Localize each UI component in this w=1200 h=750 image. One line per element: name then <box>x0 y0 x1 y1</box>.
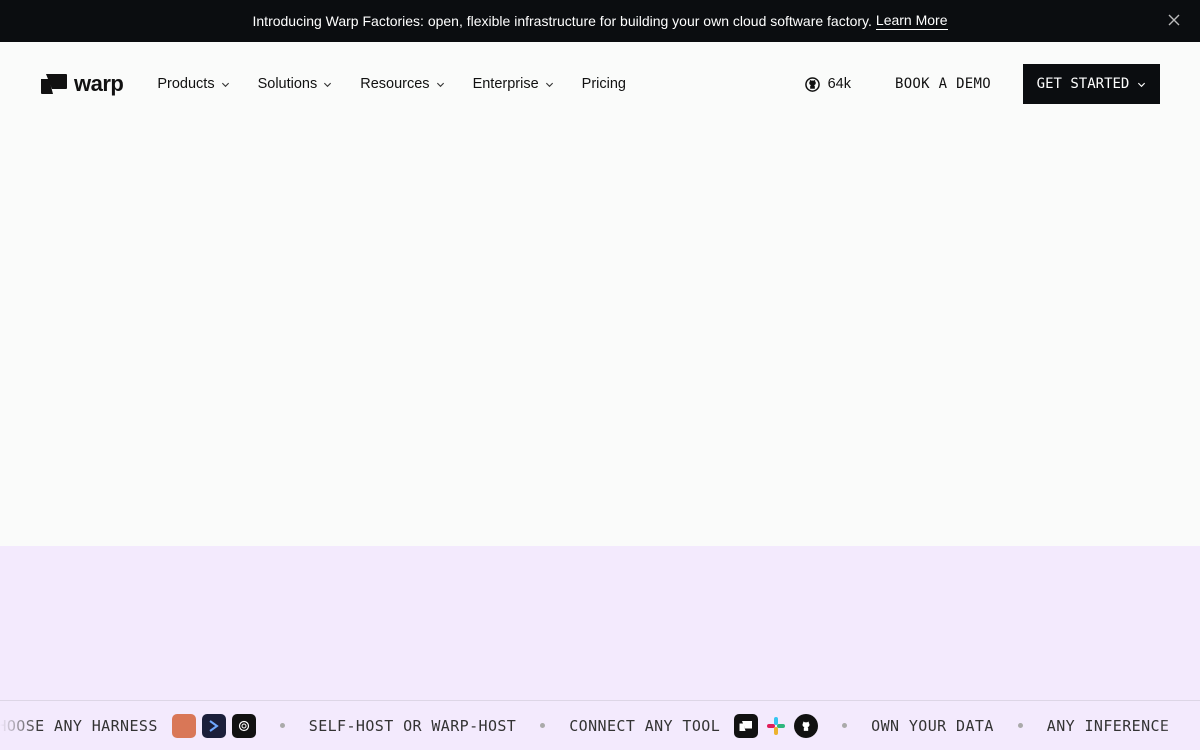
ticker-item-tool: CONNECT ANY TOOL <box>569 716 721 735</box>
chevron-down-icon <box>221 82 229 87</box>
ticker-separator <box>540 723 546 728</box>
book-demo-button[interactable]: BOOK A DEMO <box>895 76 991 92</box>
nav-enterprise[interactable]: Enterprise <box>473 76 554 92</box>
github-icon <box>794 713 819 738</box>
nav-enterprise-label: Enterprise <box>472 76 539 92</box>
ticker-fade-right <box>1160 701 1200 750</box>
github-stars-link[interactable]: 64k <box>804 76 851 92</box>
chevron-down-icon <box>545 82 553 87</box>
nav-pricing-label: Pricing <box>581 76 626 92</box>
ticker-fade-left <box>0 701 40 750</box>
warp-logo[interactable]: warp <box>40 71 124 97</box>
chevron-down-icon <box>1138 82 1146 87</box>
ticker-item-inference: ANY INFERENCE <box>1046 716 1170 735</box>
learn-more-link[interactable]: Learn More <box>875 12 948 30</box>
nav-products[interactable]: Products <box>157 76 229 92</box>
nav-solutions[interactable]: Solutions <box>258 76 333 92</box>
tool-icons <box>734 713 819 738</box>
ticker-item-host: SELF-HOST OR WARP-HOST <box>308 716 517 735</box>
nav-actions: 64k BOOK A DEMO GET STARTED <box>804 64 1160 104</box>
ticker-separator <box>1017 723 1023 728</box>
github-stars-count: 64k <box>827 76 851 92</box>
nav-solutions-label: Solutions <box>257 76 318 92</box>
ticker-separator <box>279 723 285 728</box>
close-icon[interactable] <box>1166 12 1182 28</box>
ticker-separator <box>842 723 848 728</box>
get-started-label: GET STARTED <box>1036 76 1130 92</box>
logo-text: warp <box>74 71 124 96</box>
slack-icon <box>764 714 788 738</box>
warp-app-icon <box>734 713 759 738</box>
banner-message: Introducing Warp Factories: open, flexib… <box>252 13 872 29</box>
harness-icons <box>171 713 256 738</box>
chevron-down-icon <box>436 82 444 87</box>
nav-products-label: Products <box>157 76 215 92</box>
ticker-track: CHOOSE ANY HARNESS SELF-HOST OR WARP-HOS… <box>0 713 1170 738</box>
announcement-banner: Introducing Warp Factories: open, flexib… <box>0 0 1200 42</box>
claude-icon <box>171 713 196 738</box>
github-icon <box>804 76 820 92</box>
feature-ticker: CHOOSE ANY HARNESS SELF-HOST OR WARP-HOS… <box>0 700 1200 750</box>
terminal-prompt-icon <box>201 713 226 738</box>
top-nav: warp Products Solutions Resources Enterp… <box>0 42 1200 126</box>
chevron-down-icon <box>324 82 332 87</box>
openai-icon <box>231 713 256 738</box>
nav-resources-label: Resources <box>360 76 430 92</box>
nav-resources[interactable]: Resources <box>360 76 444 92</box>
get-started-button[interactable]: GET STARTED <box>1023 64 1160 104</box>
warp-logo-icon <box>41 74 67 94</box>
hero-section <box>0 126 1200 546</box>
nav-pricing[interactable]: Pricing <box>582 76 626 92</box>
main-menu: Products Solutions Resources Enterprise … <box>157 76 654 92</box>
ticker-item-data: OWN YOUR DATA <box>871 716 994 735</box>
